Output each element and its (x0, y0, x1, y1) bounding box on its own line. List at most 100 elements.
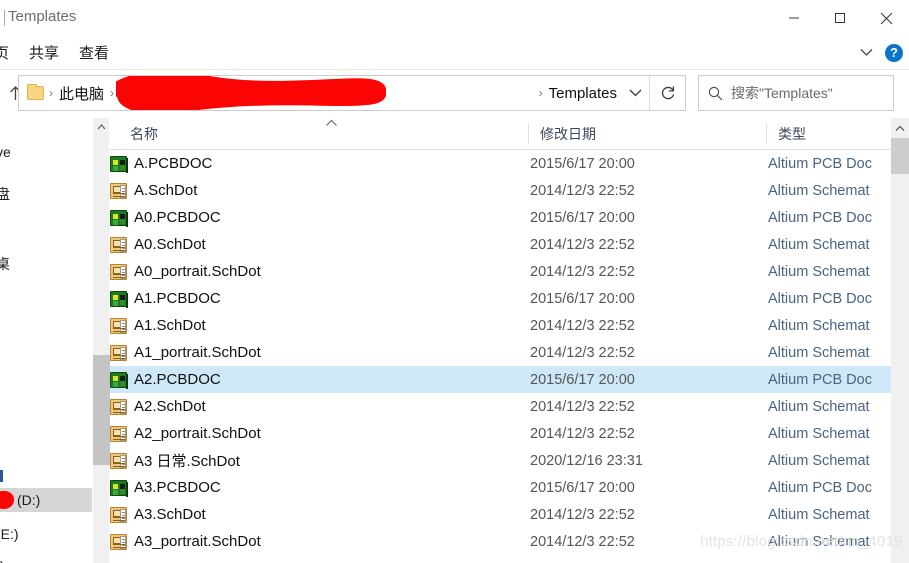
nav-item-disk[interactable]: 盘 (0, 182, 92, 206)
column-divider[interactable] (528, 123, 529, 144)
file-type: Altium Schemat (768, 236, 870, 253)
file-name: A2.SchDot (134, 398, 206, 415)
nav-item-label: 桌 (0, 256, 10, 272)
breadcrumb[interactable]: › 此电脑 › › Templates (19, 76, 621, 110)
file-date: 2014/12/3 22:52 (530, 236, 635, 253)
schematic-template-icon (110, 452, 127, 469)
schematic-template-icon (110, 236, 127, 253)
table-row[interactable]: A3.PCBDOC 2015/6/17 20:00 Altium PCB Doc (110, 474, 891, 501)
file-name-cell[interactable]: A3 日常.SchDot (110, 447, 530, 474)
address-dropdown-icon[interactable] (621, 76, 649, 110)
nav-item-onedrive[interactable]: ve (0, 140, 92, 164)
breadcrumb-this-pc[interactable]: 此电脑 (55, 83, 108, 104)
search-input[interactable]: 搜索"Templates" (731, 83, 833, 103)
table-row[interactable]: A0_portrait.SchDot 2014/12/3 22:52 Altiu… (110, 258, 891, 285)
table-row[interactable]: A3 日常.SchDot 2020/12/16 23:31 Altium Sch… (110, 447, 891, 474)
nav-pane-scrollbar[interactable] (92, 118, 110, 563)
sort-ascending-icon (325, 118, 338, 130)
tab-share[interactable]: 共享 (19, 36, 69, 69)
file-type: Altium PCB Doc (768, 209, 872, 226)
address-bar[interactable]: › 此电脑 › › Templates (18, 75, 686, 111)
file-name-cell[interactable]: A0.SchDot (110, 231, 530, 258)
tab-view[interactable]: 查看 (69, 36, 119, 69)
breadcrumb-redacted-path[interactable] (116, 76, 537, 110)
file-name-cell[interactable]: A2.SchDot (110, 393, 530, 420)
file-date: 2014/12/3 22:52 (530, 533, 635, 550)
file-type: Altium Schemat (768, 425, 870, 442)
file-list-scrollbar[interactable] (891, 118, 909, 563)
scroll-up-icon[interactable] (93, 118, 110, 135)
tab-home[interactable]: 页 (0, 36, 19, 69)
nav-scrollbar-thumb[interactable] (93, 355, 110, 465)
table-row[interactable]: A0.SchDot 2014/12/3 22:52 Altium Schemat (110, 231, 891, 258)
search-box[interactable]: 搜索"Templates" (698, 75, 894, 111)
file-name: A3.PCBDOC (134, 479, 221, 496)
ribbon-divider (0, 69, 909, 70)
file-name-cell[interactable]: A1.PCBDOC (110, 285, 530, 312)
file-name-cell[interactable]: A2.PCBDOC (110, 366, 530, 393)
table-row[interactable]: A0.PCBDOC 2015/6/17 20:00 Altium PCB Doc (110, 204, 891, 231)
minimize-icon[interactable] (771, 0, 817, 36)
nav-item-drive-f[interactable]: :) (0, 554, 92, 563)
file-name-cell[interactable]: A.PCBDOC (110, 150, 530, 177)
file-name-cell[interactable]: A1_portrait.SchDot (110, 339, 530, 366)
file-type: Altium Schemat (768, 452, 870, 469)
search-icon (699, 76, 731, 110)
file-name-cell[interactable]: A3_portrait.SchDot (110, 528, 530, 555)
schematic-template-icon (110, 182, 127, 199)
scroll-up-icon[interactable] (891, 118, 909, 138)
file-date: 2014/12/3 22:52 (530, 425, 635, 442)
table-row[interactable]: A2.SchDot 2014/12/3 22:52 Altium Schemat (110, 393, 891, 420)
file-name-cell[interactable]: A0_portrait.SchDot (110, 258, 530, 285)
table-row-selected[interactable]: A2.PCBDOC 2015/6/17 20:00 Altium PCB Doc (110, 366, 891, 393)
file-name-cell[interactable]: A3.SchDot (110, 501, 530, 528)
file-date: 2014/12/3 22:52 (530, 344, 635, 361)
file-name: A0.PCBDOC (134, 209, 221, 226)
file-name: A.PCBDOC (134, 155, 213, 172)
file-date: 2020/12/16 23:31 (530, 452, 643, 469)
file-name-cell[interactable]: A0.PCBDOC (110, 204, 530, 231)
window-controls (771, 0, 909, 36)
file-name-cell[interactable]: A2_portrait.SchDot (110, 420, 530, 447)
schematic-template-icon (110, 263, 127, 280)
schematic-template-icon (110, 506, 127, 523)
file-type: Altium PCB Doc (768, 290, 872, 307)
nav-item-drive-d[interactable]: (D:) (0, 488, 92, 512)
table-row[interactable]: A1.PCBDOC 2015/6/17 20:00 Altium PCB Doc (110, 285, 891, 312)
column-header-type[interactable]: 类型 (768, 118, 806, 149)
nav-item-label: (E:) (0, 526, 19, 542)
breadcrumb-separator: › (110, 86, 115, 100)
table-row[interactable]: A.PCBDOC 2015/6/17 20:00 Altium PCB Doc (110, 150, 891, 177)
refresh-icon[interactable] (649, 76, 685, 110)
file-name-cell[interactable]: A3.PCBDOC (110, 474, 530, 501)
drive-icon (0, 470, 3, 482)
column-header-name[interactable]: 名称 (120, 118, 158, 149)
table-row[interactable]: A1.SchDot 2014/12/3 22:52 Altium Schemat (110, 312, 891, 339)
table-row[interactable]: A3.SchDot 2014/12/3 22:52 Altium Schemat (110, 501, 891, 528)
table-row[interactable]: A3_portrait.SchDot 2014/12/3 22:52 Altiu… (110, 528, 891, 555)
table-row[interactable]: A1_portrait.SchDot 2014/12/3 22:52 Altiu… (110, 339, 891, 366)
close-icon[interactable] (863, 0, 909, 36)
pcb-icon (110, 479, 128, 497)
table-row[interactable]: A2_portrait.SchDot 2014/12/3 22:52 Altiu… (110, 420, 891, 447)
title-separator (4, 10, 5, 26)
pcb-icon (110, 155, 128, 173)
maximize-icon[interactable] (817, 0, 863, 36)
file-name-cell[interactable]: A.SchDot (110, 177, 530, 204)
table-row[interactable]: A.SchDot 2014/12/3 22:52 Altium Schemat (110, 177, 891, 204)
chevron-down-icon[interactable] (853, 40, 879, 66)
file-rows: A.PCBDOC 2015/6/17 20:00 Altium PCB Doc … (110, 150, 891, 555)
ribbon-tabs: 页 共享 查看 (0, 36, 119, 69)
help-icon[interactable]: ? (885, 43, 903, 62)
column-header-date[interactable]: 修改日期 (530, 118, 596, 149)
nav-item-label: ve (0, 144, 11, 160)
file-list-scrollbar-thumb[interactable] (891, 138, 909, 174)
pcb-icon (110, 371, 128, 389)
file-type: Altium Schemat (768, 317, 870, 334)
nav-item-drive-e[interactable]: (E:) (0, 522, 92, 546)
nav-item-drive-c[interactable] (0, 464, 92, 488)
file-name-cell[interactable]: A1.SchDot (110, 312, 530, 339)
breadcrumb-templates[interactable]: Templates (545, 85, 621, 102)
nav-item-desktop[interactable]: 桌 (0, 252, 92, 276)
column-divider[interactable] (766, 123, 767, 144)
